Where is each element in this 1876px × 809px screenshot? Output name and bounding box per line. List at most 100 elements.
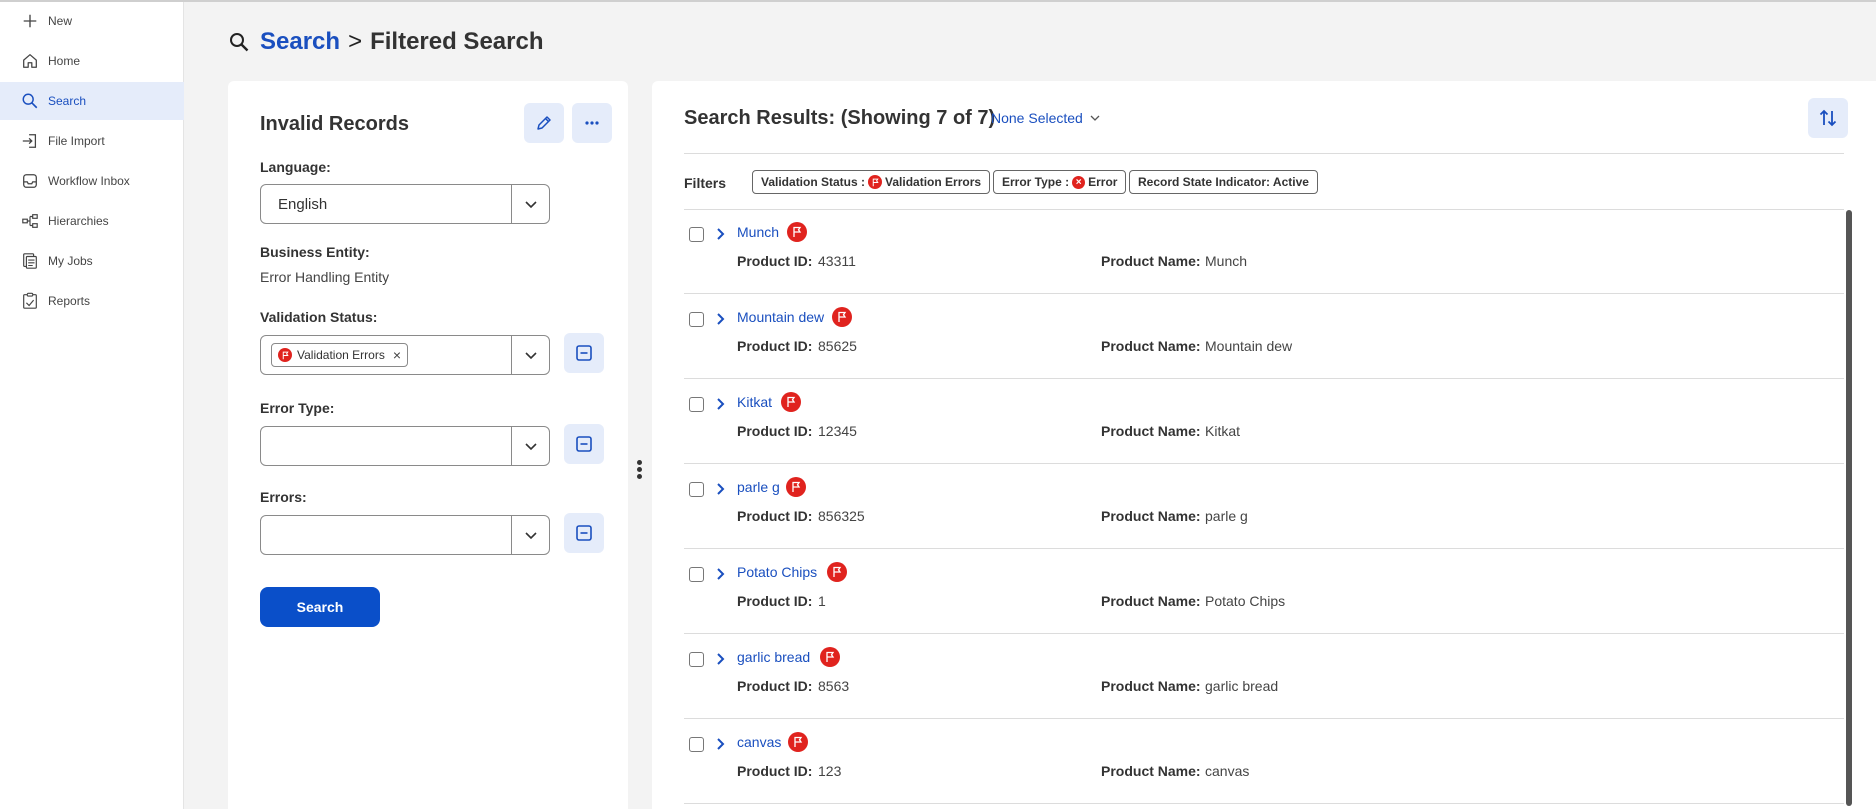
chevron-right-icon[interactable] [714,482,728,496]
business-entity-label: Business Entity: [260,244,370,260]
sidebar-item-my-jobs[interactable]: My Jobs [0,242,184,280]
errors-label: Errors: [260,489,307,505]
sidebar-item-file-import[interactable]: File Import [0,122,184,160]
results-scrollbar[interactable] [1846,210,1852,806]
sidebar-item-label: Workflow Inbox [48,174,130,188]
filter-chip-record-state[interactable]: Record State Indicator: Active [1129,170,1318,194]
product-id-value: 8563 [818,678,850,694]
chevron-down-icon [524,443,537,451]
row-checkbox[interactable] [689,227,704,242]
flag-icon [832,307,852,327]
record-link[interactable]: Munch [737,224,779,240]
sidebar-item-workflow-inbox[interactable]: Workflow Inbox [0,162,184,200]
list-item: Potato Chips Product ID: 1 Product Name:… [684,549,1844,634]
product-id-label: Product ID: [737,508,813,524]
breadcrumb-search-link[interactable]: Search [260,28,340,56]
list-item: Kitkat Product ID: 12345 Product Name: K… [684,379,1844,464]
page-title: Filtered Search [370,28,544,55]
row-checkbox[interactable] [689,567,704,582]
sidebar-item-search[interactable]: Search [0,82,184,120]
sidebar-item-hierarchies[interactable]: Hierarchies [0,202,184,240]
row-checkbox[interactable] [689,397,704,412]
minus-square-icon [576,436,592,452]
sidebar-item-home[interactable]: Home [0,42,184,80]
errors-dropdown-toggle[interactable] [511,516,549,554]
validation-status-dropdown-toggle[interactable] [511,336,549,374]
list-item: Mountain dew Product ID: 85625 Product N… [684,294,1844,379]
remove-chip-icon[interactable]: × [393,347,401,363]
validation-status-chip: Validation Errors × [271,343,409,367]
sidebar-item-reports[interactable]: Reports [0,282,184,320]
product-id-label: Product ID: [737,253,813,269]
chevron-right-icon[interactable] [714,312,728,326]
filter-chip-prefix: Validation Status : [761,175,866,189]
sidebar-item-label: Reports [48,294,91,308]
product-name-value: Kitkat [1205,423,1241,439]
row-checkbox[interactable] [689,652,704,667]
errors-select[interactable] [260,515,550,555]
row-checkbox[interactable] [689,312,704,327]
product-id-value: 123 [818,763,842,779]
sidebar-item-label: Home [48,54,81,68]
product-id-label: Product ID: [737,593,813,609]
row-checkbox[interactable] [689,737,704,752]
minus-square-icon [576,345,592,361]
record-link[interactable]: garlic bread [737,649,810,665]
selection-dropdown[interactable]: None Selected [991,110,1101,126]
error-icon: × [1072,175,1086,189]
hierarchy-icon [20,211,40,231]
record-link[interactable]: Mountain dew [737,309,824,325]
error-type-dropdown-toggle[interactable] [511,427,549,465]
business-entity-value: Error Handling Entity [260,269,390,285]
chevron-right-icon[interactable] [714,397,728,411]
sort-button[interactable] [1808,98,1848,138]
product-name-value: Mountain dew [1205,338,1293,354]
selection-label: None Selected [991,110,1083,126]
search-button[interactable]: Search [260,587,380,627]
row-checkbox[interactable] [689,482,704,497]
chevron-down-icon [524,201,537,209]
sidebar-item-label: New [48,14,73,28]
product-id-value: 12345 [818,423,857,439]
sidebar-item-new[interactable]: New [0,2,184,40]
chevron-right-icon[interactable] [714,567,728,581]
more-options-button[interactable] [572,103,612,143]
validation-status-label: Validation Status: [260,309,378,325]
jobs-icon [20,251,40,271]
language-dropdown-toggle[interactable] [511,185,549,223]
flag-icon [786,477,806,497]
filter-chip-validation-status[interactable]: Validation Status : Validation Errors [752,170,991,194]
product-name-value: garlic bread [1205,678,1279,694]
errors-remove-button[interactable] [564,513,604,553]
product-id-value: 1 [818,593,826,609]
record-link[interactable]: Potato Chips [737,564,817,580]
flag-icon [788,732,808,752]
flag-icon [827,562,847,582]
record-link[interactable]: Kitkat [737,394,772,410]
record-link[interactable]: canvas [737,734,781,750]
panel-resize-handle[interactable] [637,460,643,480]
validation-status-select[interactable]: Validation Errors × [260,335,550,375]
error-type-remove-button[interactable] [564,424,604,464]
error-type-select[interactable] [260,426,550,466]
language-select[interactable]: English [260,184,550,224]
chevron-down-icon [524,532,537,540]
sidebar-item-label: File Import [48,134,105,148]
chevron-right-icon[interactable] [714,737,728,751]
flag-icon [787,222,807,242]
record-link[interactable]: parle g [737,479,780,495]
validation-status-remove-button[interactable] [564,333,604,373]
product-id-label: Product ID: [737,763,813,779]
saved-search-title: Invalid Records [260,113,409,135]
reports-icon [20,291,40,311]
edit-button[interactable] [524,103,564,143]
product-id-label: Product ID: [737,423,813,439]
product-name-label: Product Name: [1101,678,1201,694]
chevron-right-icon[interactable] [714,227,728,241]
home-icon [20,51,40,71]
product-name-value: Munch [1205,253,1248,269]
chevron-right-icon[interactable] [714,652,728,666]
flag-icon [820,647,840,667]
search-results-panel: Search Results: (Showing 7 of 7) None Se… [652,81,1876,809]
filter-chip-error-type[interactable]: Error Type : × Error [993,170,1127,194]
